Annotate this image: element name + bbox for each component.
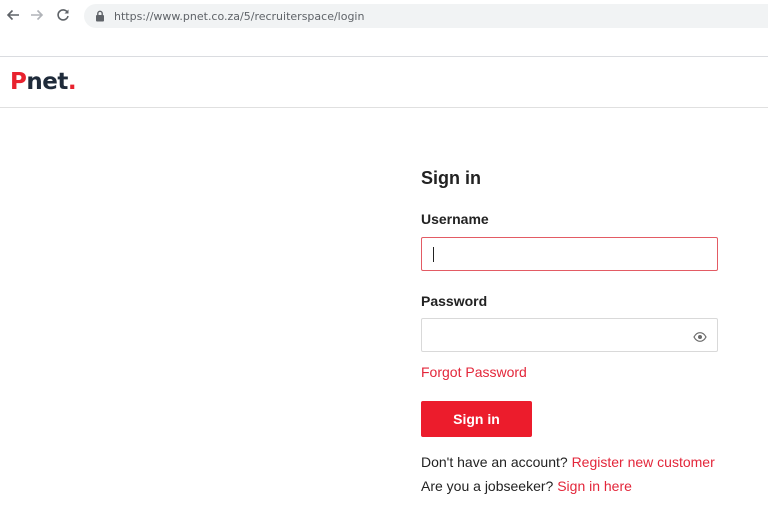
register-line: Don't have an account? Register new cust…	[421, 454, 715, 470]
logo-dot: .	[67, 69, 77, 95]
forward-arrow-icon[interactable]	[28, 6, 46, 24]
signin-button[interactable]: Sign in	[421, 401, 532, 437]
form-title: Sign in	[421, 168, 481, 188]
forgot-password-link[interactable]: Forgot Password	[421, 364, 527, 380]
url-text: https://www.pnet.co.za/5/recruiterspace/…	[114, 9, 365, 23]
pnet-logo[interactable]: Pnet.	[10, 69, 77, 95]
eye-icon[interactable]	[693, 330, 707, 342]
address-bar[interactable]: https://www.pnet.co.za/5/recruiterspace/…	[84, 4, 768, 28]
jobseeker-line: Are you a jobseeker? Sign in here	[421, 478, 632, 494]
back-arrow-icon[interactable]	[4, 6, 22, 24]
browser-toolbar: https://www.pnet.co.za/5/recruiterspace/…	[0, 0, 768, 32]
text-caret	[433, 247, 434, 262]
reload-icon[interactable]	[54, 6, 72, 24]
password-input[interactable]	[421, 318, 718, 352]
no-account-text: Don't have an account?	[421, 454, 568, 470]
logo-text: net	[26, 69, 68, 95]
jobseeker-signin-link[interactable]: Sign in here	[557, 478, 632, 494]
username-label: Username	[421, 211, 489, 227]
site-header: Pnet.	[0, 57, 768, 108]
lock-icon	[94, 10, 106, 22]
username-input[interactable]	[421, 237, 718, 271]
password-label: Password	[421, 293, 488, 309]
jobseeker-text: Are you a jobseeker?	[421, 478, 554, 494]
register-link[interactable]: Register new customer	[572, 454, 715, 470]
logo-letter-p: P	[10, 69, 27, 95]
